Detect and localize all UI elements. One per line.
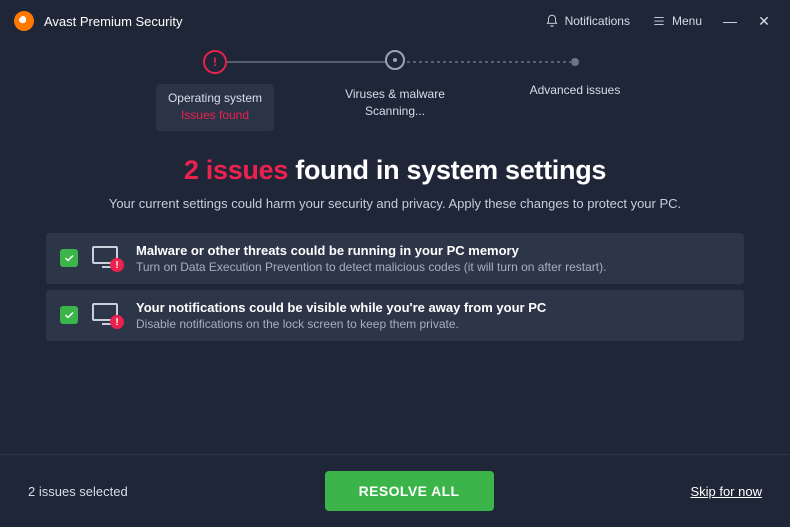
page-heading: 2 issues found in system settings xyxy=(46,155,744,186)
selected-count: 2 issues selected xyxy=(28,484,128,499)
monitor-alert-icon: ! xyxy=(92,303,122,327)
avast-logo-icon xyxy=(14,11,34,31)
close-button[interactable]: ✕ xyxy=(752,13,776,30)
issue-checkbox[interactable] xyxy=(60,306,78,324)
issue-description: Disable notifications on the lock screen… xyxy=(136,317,546,331)
step-advanced-issues: Advanced issues xyxy=(485,50,665,105)
app-header: Avast Premium Security Notifications Men… xyxy=(0,0,790,42)
step-title: Viruses & malware xyxy=(345,86,445,103)
bell-icon xyxy=(545,14,559,28)
step-status: Issues found xyxy=(168,107,262,124)
notifications-button[interactable]: Notifications xyxy=(539,10,636,32)
minimize-button[interactable]: — xyxy=(718,13,742,29)
monitor-alert-icon: ! xyxy=(92,246,122,270)
issue-row[interactable]: ! Your notifications could be visible wh… xyxy=(46,290,744,341)
page-subheading: Your current settings could harm your se… xyxy=(46,196,744,211)
heading-rest: found in system settings xyxy=(288,155,606,185)
check-icon xyxy=(63,252,75,264)
step-title: Operating system xyxy=(168,90,262,107)
notifications-label: Notifications xyxy=(565,14,630,28)
check-icon xyxy=(63,309,75,321)
step-operating-system: ! Operating system Issues found xyxy=(125,50,305,131)
issue-title: Malware or other threats could be runnin… xyxy=(136,243,606,258)
issue-list: ! Malware or other threats could be runn… xyxy=(46,233,744,341)
app-title: Avast Premium Security xyxy=(44,14,182,29)
main-content: 2 issues found in system settings Your c… xyxy=(0,155,790,341)
issue-description: Turn on Data Execution Prevention to det… xyxy=(136,260,606,274)
resolve-all-button[interactable]: RESOLVE ALL xyxy=(325,471,494,511)
hamburger-icon xyxy=(652,14,666,28)
heading-accent: 2 issues xyxy=(184,155,288,185)
issue-title: Your notifications could be visible whil… xyxy=(136,300,546,315)
skip-link[interactable]: Skip for now xyxy=(690,484,762,499)
step-status: Scanning... xyxy=(345,103,445,120)
progress-steps: ! Operating system Issues found Viruses … xyxy=(0,50,790,131)
footer-bar: 2 issues selected RESOLVE ALL Skip for n… xyxy=(0,454,790,527)
alert-icon: ! xyxy=(203,50,227,74)
issue-row[interactable]: ! Malware or other threats could be runn… xyxy=(46,233,744,284)
menu-button[interactable]: Menu xyxy=(646,10,708,32)
step-title: Advanced issues xyxy=(530,82,621,99)
menu-label: Menu xyxy=(672,14,702,28)
issue-checkbox[interactable] xyxy=(60,249,78,267)
scanning-icon xyxy=(385,50,405,70)
